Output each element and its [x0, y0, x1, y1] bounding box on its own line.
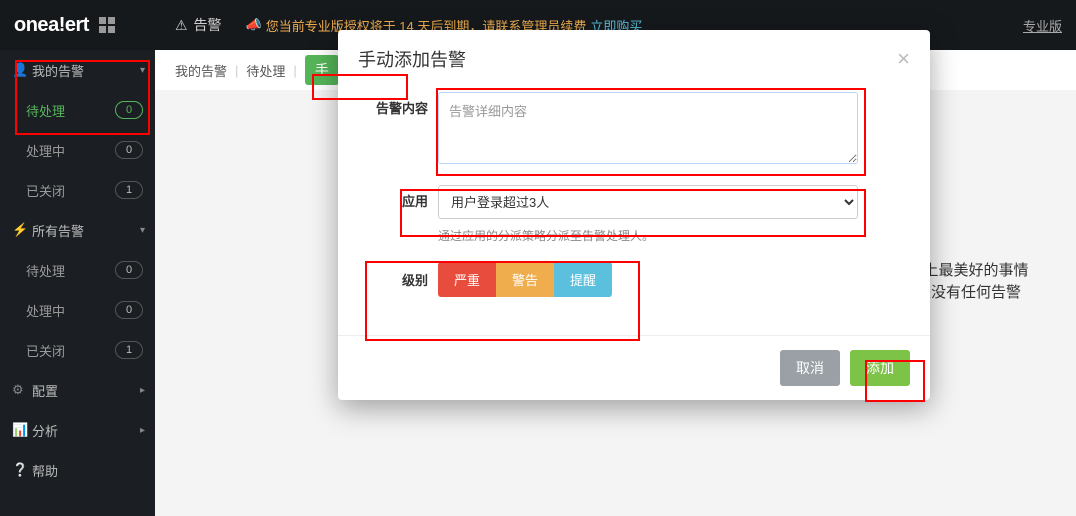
submit-button[interactable]: 添加: [850, 350, 910, 386]
close-icon[interactable]: ×: [897, 48, 910, 70]
level-label: 级别: [368, 270, 438, 289]
content-label: 告警内容: [368, 92, 438, 117]
app-help-text: 通过应用的分派策略分派至告警处理人。: [438, 227, 900, 244]
app-select[interactable]: 用户登录超过3人: [438, 185, 858, 219]
alert-content-textarea[interactable]: [438, 92, 858, 164]
level-info-button[interactable]: 提醒: [554, 262, 612, 297]
level-warning-button[interactable]: 警告: [496, 262, 554, 297]
level-button-group: 严重 警告 提醒: [438, 262, 612, 297]
cancel-button[interactable]: 取消: [780, 350, 840, 386]
modal-title: 手动添加告警: [358, 46, 466, 72]
level-critical-button[interactable]: 严重: [438, 262, 496, 297]
app-label: 应用: [368, 185, 438, 210]
add-alert-modal: 手动添加告警 × 告警内容 应用 用户登录超过3人 通过应用的分派策略分派至告警…: [338, 30, 930, 400]
